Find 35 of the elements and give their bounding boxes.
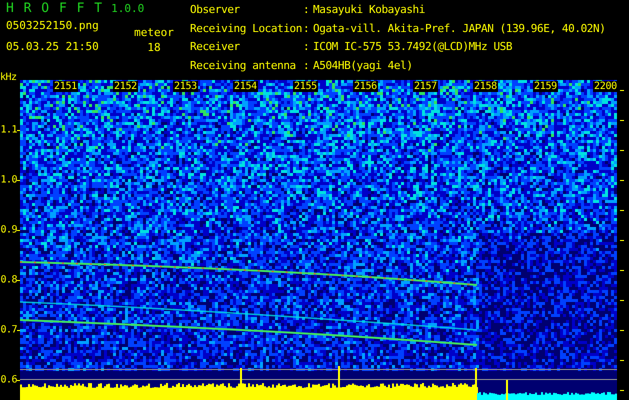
- time-label: 2157: [413, 81, 438, 92]
- axis-label: 0.7: [0, 324, 17, 336]
- time-label: 2200: [593, 81, 618, 92]
- info-separator: :: [303, 60, 310, 74]
- info-separator: :: [303, 22, 310, 36]
- time-label: 2154: [233, 81, 258, 92]
- app-title: H R O F F T: [6, 3, 104, 15]
- info-value: Masayuki Kobayashi: [313, 4, 426, 18]
- time-label: 2153: [173, 81, 198, 92]
- axis-label: 1.0: [0, 174, 17, 186]
- info-label: Receiver: [190, 41, 241, 55]
- time-label: 2159: [533, 81, 558, 92]
- info-value: ICOM IC-575 53.7492(@LCD)MHz USB: [313, 41, 514, 55]
- axis-label: 0.8: [0, 274, 17, 286]
- info-label: Observer: [190, 4, 241, 18]
- axis-label: 0.9: [0, 224, 17, 236]
- axis-label: 1.1: [0, 124, 17, 136]
- date-time: 05.03.25 21:50: [6, 41, 100, 53]
- time-label: 2158: [473, 81, 498, 92]
- info-value: Ogata-vill. Akita-Pref. JAPAN (139.96E, 40.02N): [313, 22, 606, 36]
- axis-label: 0.6: [0, 374, 17, 386]
- axis-unit: kHz: [0, 72, 17, 84]
- info-separator: :: [303, 4, 310, 18]
- file-name: 0503252150.png: [6, 20, 100, 32]
- meteor-count: 18: [147, 42, 161, 54]
- info-value: A504HB(yagi 4el): [313, 60, 414, 74]
- meteor-label: meteor: [134, 27, 174, 39]
- time-label: 2151: [53, 81, 78, 92]
- version-label: 1.0.0: [111, 3, 144, 15]
- info-label: Receiving Location: [190, 22, 303, 36]
- time-label: 2152: [113, 81, 138, 92]
- time-label: 2156: [353, 81, 378, 92]
- time-label: 2155: [293, 81, 318, 92]
- info-separator: :: [303, 41, 310, 55]
- info-label: Receiving antenna: [190, 60, 297, 74]
